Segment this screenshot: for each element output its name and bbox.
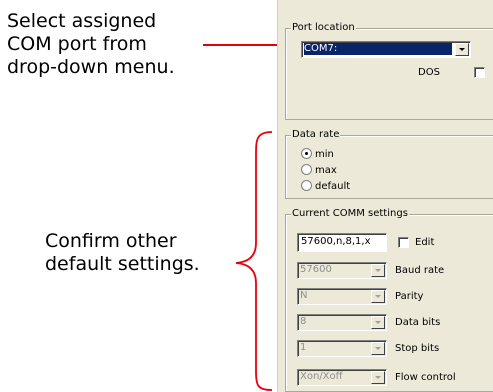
baud-rate-value: 57600	[300, 264, 332, 275]
com-port-value: COM7:	[304, 43, 452, 55]
parity-label: Parity	[395, 291, 424, 302]
port-settings-panel: Port location COM7: DOS Data rate min ma…	[277, 0, 493, 392]
chevron-down-icon	[375, 295, 381, 298]
dropdown-button[interactable]	[371, 290, 385, 303]
dropdown-button[interactable]	[455, 43, 469, 56]
dropdown-button[interactable]	[371, 371, 385, 384]
flow-control-value: Xon/Xoff	[300, 371, 343, 382]
data-rate-default-radio[interactable]	[301, 180, 312, 191]
dos-checkbox[interactable]	[474, 67, 485, 78]
baud-rate-label: Baud rate	[395, 265, 445, 276]
chevron-down-icon	[375, 376, 381, 379]
stop-bits-label: Stop bits	[395, 343, 440, 354]
baud-rate-select[interactable]: 57600	[297, 262, 387, 279]
data-rate-min-radio[interactable]	[301, 148, 312, 159]
flow-control-label: Flow control	[395, 372, 456, 383]
stop-bits-value: 1	[300, 342, 307, 353]
flow-control-select[interactable]: Xon/Xoff	[297, 369, 387, 386]
parity-value: N	[300, 290, 308, 301]
data-rate-default-label: default	[315, 181, 351, 192]
data-rate-max-radio[interactable]	[301, 164, 312, 175]
dos-label: DOS	[418, 67, 440, 78]
com-port-dropdown[interactable]: COM7:	[301, 41, 471, 58]
stop-bits-select[interactable]: 1	[297, 340, 387, 357]
edit-checkbox[interactable]	[398, 237, 409, 248]
comm-settings-title: Current COMM settings	[291, 208, 409, 220]
parity-select[interactable]: N	[297, 288, 387, 305]
dropdown-button[interactable]	[371, 264, 385, 277]
data-rate-min-label: min	[315, 149, 334, 160]
brace-path	[235, 131, 273, 391]
data-bits-select[interactable]: 8	[297, 314, 387, 331]
edit-label: Edit	[415, 237, 435, 248]
chevron-down-icon	[375, 321, 381, 324]
data-bits-label: Data bits	[395, 317, 441, 328]
chevron-down-icon	[375, 269, 381, 272]
dropdown-button[interactable]	[371, 316, 385, 329]
dropdown-button[interactable]	[371, 342, 385, 355]
data-rate-max-label: max	[315, 165, 337, 176]
chevron-down-icon	[459, 48, 465, 51]
chevron-down-icon	[375, 347, 381, 350]
data-rate-title: Data rate	[291, 129, 341, 141]
data-bits-value: 8	[300, 316, 307, 327]
port-location-title: Port location	[291, 22, 356, 34]
comm-summary-field[interactable]: 57600,n,8,1,x	[297, 233, 387, 252]
